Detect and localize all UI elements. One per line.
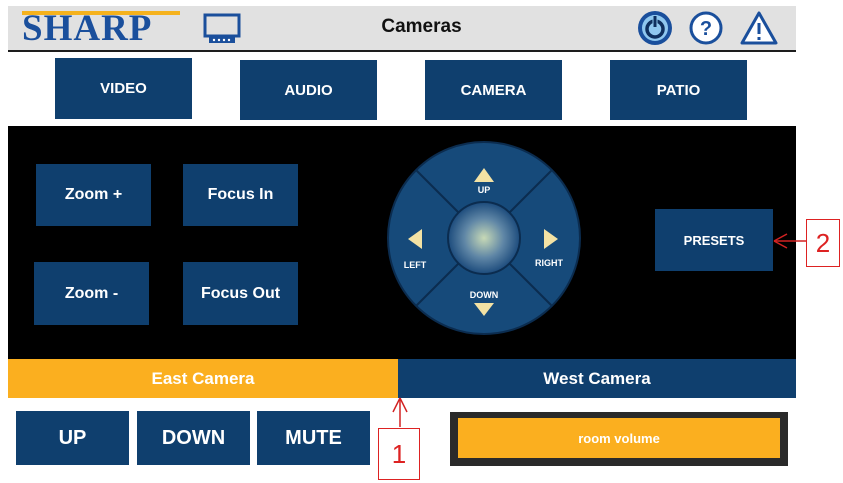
volume-down-button[interactable]: DOWN <box>137 411 250 465</box>
focus-in-button[interactable]: Focus In <box>183 164 298 226</box>
zoom-in-button[interactable]: Zoom + <box>36 164 151 226</box>
room-volume-bar[interactable]: room volume <box>458 418 780 458</box>
tab-video[interactable]: VIDEO <box>55 58 192 119</box>
help-icon[interactable]: ? <box>688 10 724 46</box>
warning-icon[interactable] <box>740 10 778 46</box>
svg-text:?: ? <box>700 18 712 40</box>
tab-camera[interactable]: CAMERA <box>425 60 562 120</box>
callout-2-label: 2 <box>806 219 840 267</box>
dpad-center-button[interactable] <box>447 201 521 275</box>
pan-tilt-dpad[interactable]: UP LEFT RIGHT DOWN <box>386 140 582 336</box>
tab-patio[interactable]: PATIO <box>610 60 747 120</box>
focus-out-button[interactable]: Focus Out <box>183 262 298 325</box>
mute-button[interactable]: MUTE <box>257 411 370 465</box>
dpad-right-label: RIGHT <box>535 258 564 268</box>
callout-1-arrow <box>392 397 408 427</box>
east-camera-tab[interactable]: East Camera <box>8 359 398 398</box>
callout-2-arrow <box>773 233 806 249</box>
zoom-out-button[interactable]: Zoom - <box>34 262 149 325</box>
tab-audio[interactable]: AUDIO <box>240 60 377 120</box>
power-icon[interactable] <box>636 9 674 47</box>
west-camera-tab[interactable]: West Camera <box>398 359 796 398</box>
dpad-down-label: DOWN <box>470 290 499 300</box>
presets-button[interactable]: PRESETS <box>655 209 773 271</box>
volume-up-button[interactable]: UP <box>16 411 129 465</box>
dpad-up-label: UP <box>478 185 491 195</box>
dpad-left-label: LEFT <box>404 260 427 270</box>
callout-1-label: 1 <box>378 428 420 480</box>
